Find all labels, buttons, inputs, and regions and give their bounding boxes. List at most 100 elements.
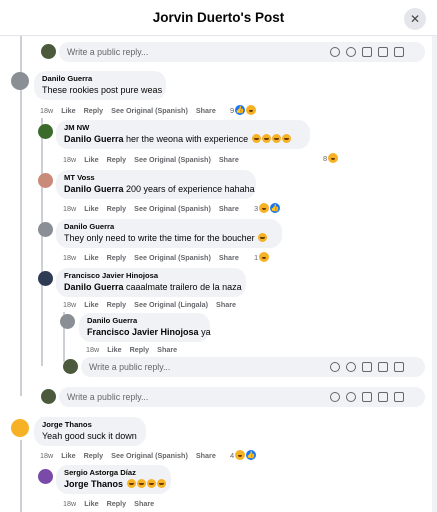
reaction-count[interactable]: 4 👍 <box>230 450 257 460</box>
tagged-user[interactable]: Jorge Thanos <box>64 479 123 489</box>
comment-text: Danilo Guerra her the weona with experie… <box>64 133 302 145</box>
scrollbar[interactable] <box>432 36 437 512</box>
timestamp[interactable]: 18w <box>63 155 76 164</box>
tagged-user[interactable]: Danilo Guerra <box>64 134 124 144</box>
reply-button[interactable]: Reply <box>130 345 150 354</box>
comment-author[interactable]: Danilo Guerra <box>64 222 274 232</box>
share-button[interactable]: Share <box>219 253 239 262</box>
avatar[interactable] <box>38 173 53 188</box>
gif-icon[interactable] <box>378 392 388 402</box>
timestamp[interactable]: 18w <box>40 451 53 460</box>
like-button[interactable]: Like <box>84 155 98 164</box>
reply-box[interactable] <box>59 42 425 62</box>
timestamp[interactable]: 18w <box>63 204 76 213</box>
avatar[interactable] <box>60 314 75 329</box>
comment-text: They only need to write the time for the… <box>64 232 274 244</box>
gif-icon[interactable] <box>378 362 388 372</box>
see-original-button[interactable]: See Original (Lingala) <box>134 300 208 309</box>
see-original-button[interactable]: See Original (Spanish) <box>134 253 211 262</box>
like-button[interactable]: Like <box>84 300 98 309</box>
haha-reaction-icon <box>328 153 339 163</box>
like-button[interactable]: Like <box>107 345 121 354</box>
share-button[interactable]: Share <box>219 204 239 213</box>
comment-actions: 18w Like Reply See Original (Spanish) Sh… <box>40 451 216 460</box>
comment-author[interactable]: Sergio Astorga Díaz <box>64 468 163 478</box>
reaction-count[interactable]: 8 <box>323 153 339 163</box>
see-original-button[interactable]: See Original (Spanish) <box>111 451 188 460</box>
timestamp[interactable]: 18w <box>63 499 76 508</box>
reply-button[interactable]: Reply <box>107 204 127 213</box>
avatar[interactable] <box>41 44 56 59</box>
avatar[interactable] <box>11 419 29 437</box>
tagged-user[interactable]: Danilo Guerra <box>64 282 124 292</box>
sticker-icon[interactable] <box>394 392 404 402</box>
see-original-button[interactable]: See Original (Spanish) <box>111 106 188 115</box>
reply-input[interactable] <box>89 360 289 374</box>
share-button[interactable]: Share <box>157 345 177 354</box>
reply-button[interactable]: Reply <box>107 253 127 262</box>
comment-author[interactable]: Francisco Javier Hinojosa <box>64 271 238 281</box>
comment-text: Danilo Guerra 200 years of experience ha… <box>64 184 255 194</box>
avatar[interactable] <box>38 271 53 286</box>
timestamp[interactable]: 18w <box>63 253 76 262</box>
reaction-count[interactable]: 1 <box>254 252 270 262</box>
see-original-button[interactable]: See Original (Spanish) <box>134 204 211 213</box>
avatar[interactable] <box>11 72 29 90</box>
emoji-icon[interactable] <box>346 47 356 57</box>
reply-button[interactable]: Reply <box>107 300 127 309</box>
reply-button[interactable]: Reply <box>84 106 104 115</box>
reply-button[interactable]: Reply <box>107 155 127 164</box>
camera-icon[interactable] <box>362 47 372 57</box>
timestamp[interactable]: 18w <box>86 345 99 354</box>
timestamp[interactable]: 18w <box>63 300 76 309</box>
close-icon[interactable]: ✕ <box>404 8 426 30</box>
reply-button[interactable]: Reply <box>84 451 104 460</box>
reply-box[interactable] <box>81 357 425 377</box>
reaction-count[interactable]: 3 👍 <box>254 203 281 213</box>
camera-icon[interactable] <box>362 392 372 402</box>
reaction-count[interactable]: 9 👍 <box>230 105 257 115</box>
like-button[interactable]: Like <box>61 106 75 115</box>
camera-icon[interactable] <box>362 362 372 372</box>
share-button[interactable]: Share <box>219 155 239 164</box>
avatar-sticker-icon[interactable] <box>330 392 340 402</box>
emoji-icon[interactable] <box>346 392 356 402</box>
avatar[interactable] <box>63 359 78 374</box>
reply-box[interactable] <box>59 387 425 407</box>
reply-input[interactable] <box>67 390 267 404</box>
sticker-icon[interactable] <box>394 47 404 57</box>
like-button[interactable]: Like <box>84 204 98 213</box>
avatar-sticker-icon[interactable] <box>330 362 340 372</box>
laughing-emoji-icon <box>156 479 166 488</box>
like-button[interactable]: Like <box>84 253 98 262</box>
reply-button[interactable]: Reply <box>107 499 127 508</box>
like-button[interactable]: Like <box>84 499 98 508</box>
thread-line <box>41 118 43 366</box>
gif-icon[interactable] <box>378 47 388 57</box>
comment-author[interactable]: Jorge Thanos <box>42 420 138 430</box>
comment-author[interactable]: Danilo Guerra <box>42 74 158 84</box>
like-button[interactable]: Like <box>61 451 75 460</box>
avatar[interactable] <box>38 222 53 237</box>
tagged-user[interactable]: Francisco Javier Hinojosa <box>87 327 199 337</box>
avatar[interactable] <box>38 124 53 139</box>
share-button[interactable]: Share <box>196 451 216 460</box>
see-original-button[interactable]: See Original (Spanish) <box>134 155 211 164</box>
timestamp[interactable]: 18w <box>40 106 53 115</box>
comment-author[interactable]: Danilo Guerra <box>87 316 202 326</box>
share-button[interactable]: Share <box>196 106 216 115</box>
avatar[interactable] <box>38 469 53 484</box>
emoji-icon[interactable] <box>346 362 356 372</box>
reply-input[interactable] <box>67 45 267 59</box>
tagged-user[interactable]: Danilo Guerra <box>64 184 124 194</box>
laughing-emoji-icon <box>281 134 291 143</box>
avatar[interactable] <box>41 389 56 404</box>
comment-author[interactable]: MT Voss <box>64 173 248 183</box>
avatar-sticker-icon[interactable] <box>330 47 340 57</box>
sticker-icon[interactable] <box>394 362 404 372</box>
comment-author[interactable]: JM NW <box>64 123 302 133</box>
like-reaction-icon: 👍 <box>270 203 281 213</box>
share-button[interactable]: Share <box>216 300 236 309</box>
like-reaction-icon: 👍 <box>235 105 246 115</box>
share-button[interactable]: Share <box>134 499 154 508</box>
